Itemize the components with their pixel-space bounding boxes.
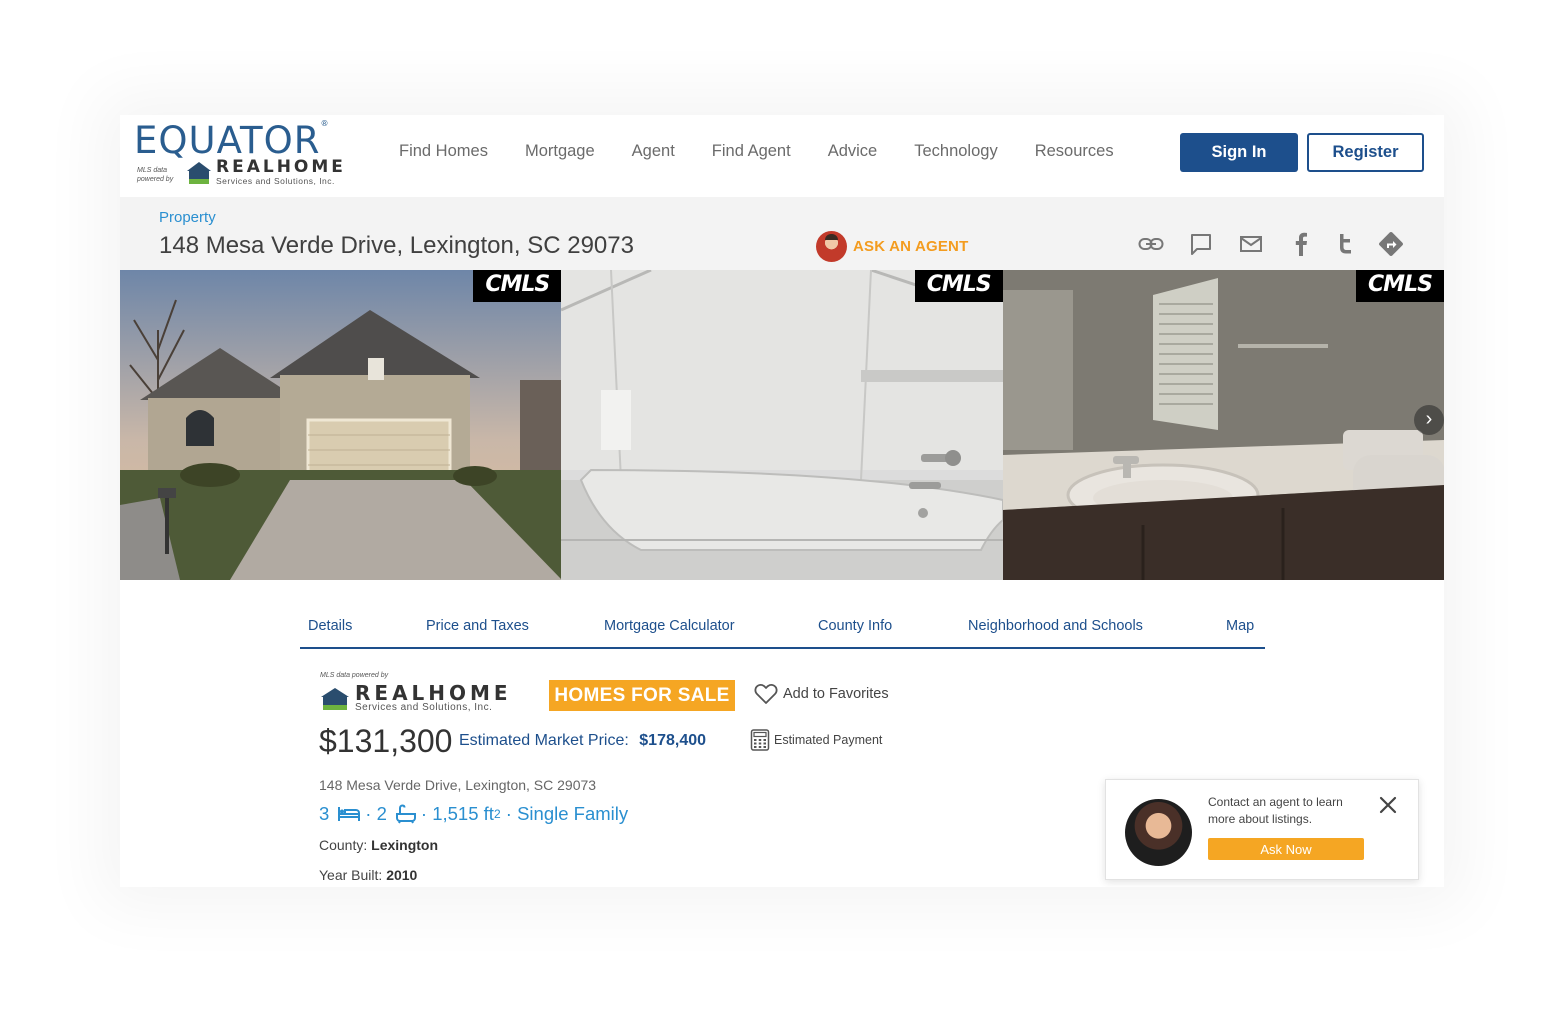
- breadcrumb-property[interactable]: Property: [159, 209, 216, 226]
- realhome-house-icon: [187, 162, 211, 184]
- realhome-house-icon: [321, 688, 349, 710]
- estimated-payment-label: Estimated Payment: [774, 733, 883, 747]
- realhome-tagline: Services and Solutions, Inc.: [355, 702, 493, 713]
- status-badge: HOMES FOR SALE: [549, 680, 735, 711]
- cmls-watermark: CMLS: [914, 270, 1003, 302]
- twitter-icon[interactable]: [1332, 231, 1358, 257]
- equator-logo: EQUATOR®: [134, 119, 330, 162]
- baths-count: 2: [376, 803, 387, 824]
- tab-county-info[interactable]: County Info: [810, 618, 960, 647]
- mls-powered-by-text: MLS data powered by: [320, 672, 389, 679]
- bed-icon: [337, 805, 361, 823]
- heart-icon: [754, 684, 778, 704]
- comment-icon[interactable]: [1188, 231, 1214, 257]
- year-built-label: Year Built:: [319, 867, 383, 883]
- property-header: Property 148 Mesa Verde Drive, Lexington…: [120, 197, 1444, 270]
- site-logo[interactable]: EQUATOR® MLS data powered by REALHOME Se…: [134, 119, 374, 191]
- bath-icon: [395, 804, 417, 824]
- realhome-tagline: Services and Solutions, Inc.: [216, 176, 335, 186]
- separator-dot: ·: [365, 803, 377, 824]
- estimated-market-value: $178,400: [639, 732, 707, 749]
- nav-technology[interactable]: Technology: [914, 142, 997, 161]
- nav-mortgage[interactable]: Mortgage: [525, 142, 595, 161]
- realhome-wordmark: REALHOME: [216, 157, 346, 177]
- agent-avatar: [816, 231, 847, 262]
- facebook-icon[interactable]: [1288, 231, 1314, 257]
- separator-dot: ·: [500, 803, 518, 824]
- beds-count: 3: [319, 803, 330, 824]
- agent-avatar: [1125, 799, 1192, 866]
- page-frame: EQUATOR® MLS data powered by REALHOME Se…: [120, 115, 1444, 887]
- link-icon[interactable]: [1138, 231, 1164, 257]
- nav-resources[interactable]: Resources: [1035, 142, 1114, 161]
- mail-icon[interactable]: [1238, 231, 1264, 257]
- add-to-favorites-label: Add to Favorites: [783, 686, 889, 702]
- separator-dot: ·: [420, 803, 433, 824]
- calculator-icon: [750, 729, 770, 751]
- cmls-watermark: CMLS: [473, 270, 562, 302]
- estimated-market-price: Estimated Market Price: $178,400: [459, 732, 706, 750]
- cmls-watermark: CMLS: [1355, 270, 1444, 302]
- ask-agent-label: ASK AN AGENT: [853, 238, 969, 255]
- page-title: 148 Mesa Verde Drive, Lexington, SC 2907…: [159, 232, 634, 259]
- register-button[interactable]: Register: [1307, 133, 1424, 172]
- year-built-value: 2010: [386, 867, 418, 883]
- nav-advice[interactable]: Advice: [828, 142, 878, 161]
- tab-price-and-taxes[interactable]: Price and Taxes: [418, 618, 596, 647]
- area-value: 1,515 ft: [432, 803, 494, 824]
- county-value: Lexington: [371, 837, 439, 853]
- directions-icon[interactable]: [1378, 231, 1404, 257]
- main-menu: Find Homes Mortgage Agent Find Agent Adv…: [399, 142, 1151, 161]
- estimated-payment-link[interactable]: Estimated Payment: [750, 729, 882, 751]
- powered-by-text: MLS data powered by: [137, 167, 174, 183]
- estimated-market-label: Estimated Market Price:: [459, 732, 629, 749]
- photo-house-exterior[interactable]: CMLS: [120, 270, 562, 580]
- popup-message: Contact an agent to learn more about lis…: [1208, 795, 1343, 826]
- nav-find-agent[interactable]: Find Agent: [712, 142, 791, 161]
- tab-map[interactable]: Map: [1218, 618, 1265, 647]
- contact-agent-popup: Contact an agent to learn more about lis…: [1105, 779, 1419, 880]
- tab-mortgage-calculator[interactable]: Mortgage Calculator: [596, 618, 810, 647]
- photo-gallery: CMLS CMLS CMLS ›: [120, 270, 1444, 580]
- share-toolbar: [1138, 231, 1428, 257]
- gallery-next-arrow-icon[interactable]: ›: [1413, 405, 1444, 435]
- nav-agent[interactable]: Agent: [632, 142, 675, 161]
- year-built-info: Year Built: 2010: [319, 867, 417, 883]
- sign-in-button[interactable]: Sign In: [1180, 133, 1298, 172]
- listing-address: 148 Mesa Verde Drive, Lexington, SC 2907…: [319, 777, 597, 793]
- county-label: County:: [319, 837, 368, 853]
- listing-facts: 3 · 2 · 1,515 ft 2 · Single Family: [319, 803, 628, 825]
- tab-neighborhood-and-schools[interactable]: Neighborhood and Schools: [960, 618, 1218, 647]
- photo-bathroom-vanity[interactable]: CMLS ›: [1002, 270, 1444, 580]
- detail-tabs: Details Price and Taxes Mortgage Calcula…: [300, 618, 1265, 649]
- area-unit-superscript: 2: [493, 807, 501, 821]
- ask-an-agent-button[interactable]: ASK AN AGENT: [816, 231, 968, 262]
- add-to-favorites-button[interactable]: Add to Favorites: [754, 683, 889, 705]
- tab-details[interactable]: Details: [300, 618, 418, 647]
- ask-now-button[interactable]: Ask Now: [1208, 838, 1364, 860]
- nav-find-homes[interactable]: Find Homes: [399, 142, 488, 161]
- photo-bathtub[interactable]: CMLS: [561, 270, 1003, 580]
- county-info: County: Lexington: [319, 837, 438, 853]
- close-icon[interactable]: [1377, 794, 1399, 816]
- property-type: Single Family: [517, 803, 629, 824]
- top-nav: EQUATOR® MLS data powered by REALHOME Se…: [120, 115, 1444, 197]
- listing-price: $131,300: [319, 723, 453, 759]
